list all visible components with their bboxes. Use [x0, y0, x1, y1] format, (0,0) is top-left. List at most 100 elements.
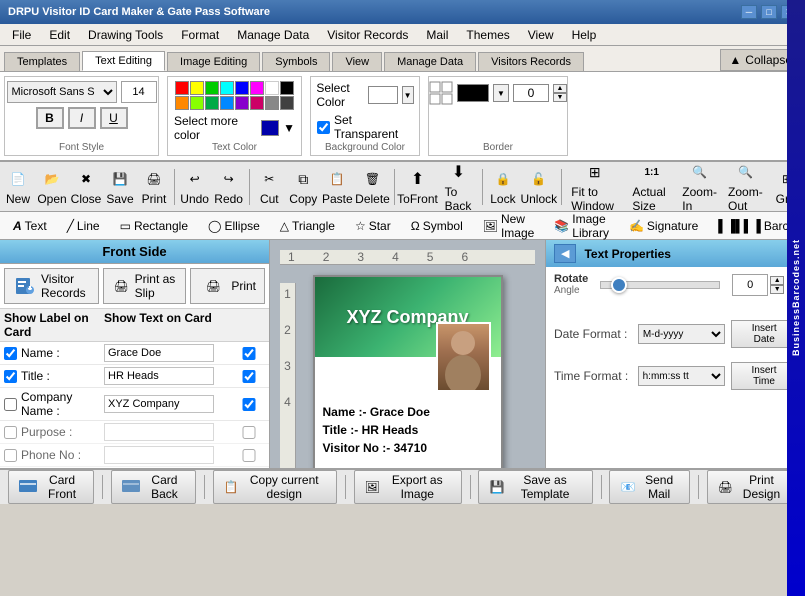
color-sky[interactable]	[220, 96, 234, 110]
title-input[interactable]	[104, 367, 214, 385]
zoom-in-button[interactable]: 🔍 Zoom-In	[681, 162, 718, 212]
copy-button[interactable]: ⧉ Copy	[289, 165, 317, 208]
tab-view[interactable]: View	[332, 52, 382, 71]
tab-text-editing[interactable]: Text Editing	[82, 51, 165, 71]
transparent-checkbox[interactable]	[317, 121, 330, 134]
undo-button[interactable]: ↩ Undo	[181, 165, 209, 208]
rotate-slider[interactable]	[600, 281, 720, 289]
company-show2-checkbox[interactable]	[234, 398, 264, 411]
draw-image-library[interactable]: 📚 Image Library	[545, 209, 618, 243]
name-show2-checkbox[interactable]	[234, 347, 264, 360]
draw-signature[interactable]: ✍ Signature	[620, 216, 707, 236]
draw-symbol[interactable]: Ω Symbol	[402, 216, 472, 236]
color-cyan[interactable]	[220, 81, 234, 95]
bg-color-dropdown[interactable]: ▼	[402, 86, 414, 104]
cut-button[interactable]: ✂ Cut	[255, 165, 283, 208]
menu-file[interactable]: File	[4, 26, 39, 44]
save-button[interactable]: 💾 Save	[106, 165, 134, 208]
phone-show2-checkbox[interactable]	[234, 449, 264, 462]
border-color-dropdown[interactable]: ▼	[493, 84, 509, 102]
lock-button[interactable]: 🔒 Lock	[489, 165, 517, 208]
copy-design-btn[interactable]: 📋 Copy current design	[213, 470, 337, 504]
card-front-btn[interactable]: Card Front	[8, 470, 94, 504]
tab-visitors-records[interactable]: Visitors Records	[478, 52, 584, 71]
color-gray[interactable]	[265, 96, 279, 110]
color-emerald[interactable]	[205, 96, 219, 110]
purpose-show-checkbox[interactable]	[4, 426, 17, 439]
title-show2-checkbox[interactable]	[234, 370, 264, 383]
card-back-btn[interactable]: Card Back	[111, 470, 196, 504]
draw-ellipse[interactable]: ◯ Ellipse	[199, 216, 269, 236]
color-green[interactable]	[205, 81, 219, 95]
close-button[interactable]: ✖ Close	[72, 165, 100, 208]
draw-star[interactable]: ☆ Star	[346, 216, 400, 236]
print-btn[interactable]: 🖨 Print	[190, 268, 265, 304]
minimize-btn[interactable]: ─	[741, 5, 757, 19]
visitor-records-btn[interactable]: Visitor Records	[4, 268, 99, 304]
maximize-btn[interactable]: □	[761, 5, 777, 19]
time-format-select[interactable]: h:mm:ss tt	[638, 366, 725, 386]
border-width-input[interactable]	[513, 84, 549, 102]
print-as-slip-btn[interactable]: 🖨 Print as Slip	[103, 268, 186, 304]
underline-button[interactable]: U	[100, 107, 128, 129]
tab-manage-data[interactable]: Manage Data	[384, 52, 476, 71]
purpose-show2-checkbox[interactable]	[234, 426, 264, 439]
draw-new-image[interactable]: 🖼 New Image	[474, 209, 544, 243]
title-show-checkbox[interactable]	[4, 370, 17, 383]
draw-triangle[interactable]: △ Triangle	[271, 216, 344, 236]
menu-format[interactable]: Format	[173, 26, 227, 44]
tab-image-editing[interactable]: Image Editing	[167, 52, 260, 71]
phone-input[interactable]	[104, 446, 214, 464]
open-button[interactable]: 📂 Open	[38, 165, 66, 208]
border-width-up[interactable]: ▲	[553, 84, 567, 93]
menu-drawing-tools[interactable]: Drawing Tools	[80, 26, 171, 44]
color-magenta[interactable]	[250, 81, 264, 95]
save-template-btn[interactable]: 💾 Save as Template	[478, 470, 592, 504]
delete-button[interactable]: 🗑 Delete	[357, 165, 387, 208]
color-lime[interactable]	[190, 96, 204, 110]
menu-help[interactable]: Help	[564, 26, 605, 44]
menu-edit[interactable]: Edit	[41, 26, 78, 44]
menu-visitor-records[interactable]: Visitor Records	[319, 26, 416, 44]
name-show-checkbox[interactable]	[4, 347, 17, 360]
zoom-out-button[interactable]: 🔍 Zoom-Out	[724, 162, 767, 212]
color-purple[interactable]	[235, 96, 249, 110]
date-format-select[interactable]: M-d-yyyy	[638, 324, 726, 344]
tofront-button[interactable]: ⬆ ToFront	[400, 165, 434, 208]
name-input[interactable]	[104, 344, 214, 362]
border-width-down[interactable]: ▼	[553, 93, 567, 102]
color-darkgray[interactable]	[280, 96, 294, 110]
menu-mail[interactable]: Mail	[418, 26, 456, 44]
draw-text[interactable]: A Text	[4, 216, 56, 236]
purpose-input[interactable]	[104, 423, 214, 441]
color-yellow[interactable]	[190, 81, 204, 95]
bold-button[interactable]: B	[36, 107, 64, 129]
toback-button[interactable]: ⬇ To Back	[441, 162, 477, 212]
font-size-input[interactable]	[121, 81, 157, 103]
print-button[interactable]: 🖨 Print	[140, 165, 168, 208]
italic-button[interactable]: I	[68, 107, 96, 129]
angle-down-btn[interactable]: ▼	[770, 285, 784, 294]
color-blue[interactable]	[235, 81, 249, 95]
new-button[interactable]: 📄 New	[4, 165, 32, 208]
actual-size-button[interactable]: 1:1 Actual Size	[628, 162, 675, 212]
tab-templates[interactable]: Templates	[4, 52, 80, 71]
font-family-select[interactable]: Microsoft Sans S	[7, 81, 117, 103]
fit-window-button[interactable]: ⊞ Fit to Window	[567, 162, 622, 212]
company-input[interactable]	[104, 395, 214, 413]
redo-button[interactable]: ↪ Redo	[215, 165, 243, 208]
angle-up-btn[interactable]: ▲	[770, 276, 784, 285]
color-orange[interactable]	[175, 96, 189, 110]
paste-button[interactable]: 📋 Paste	[323, 165, 351, 208]
color-white[interactable]	[265, 81, 279, 95]
company-show-checkbox[interactable]	[4, 398, 17, 411]
color-red[interactable]	[175, 81, 189, 95]
send-mail-btn[interactable]: 📧 Send Mail	[609, 470, 689, 504]
phone-show-checkbox[interactable]	[4, 449, 17, 462]
color-black[interactable]	[280, 81, 294, 95]
draw-line[interactable]: ╱ Line	[58, 216, 109, 236]
unlock-button[interactable]: 🔓 Unlock	[523, 165, 555, 208]
draw-rectangle[interactable]: ▭ Rectangle	[111, 216, 197, 236]
more-color-button[interactable]: Select more color ▼	[174, 114, 295, 142]
color-pink[interactable]	[250, 96, 264, 110]
